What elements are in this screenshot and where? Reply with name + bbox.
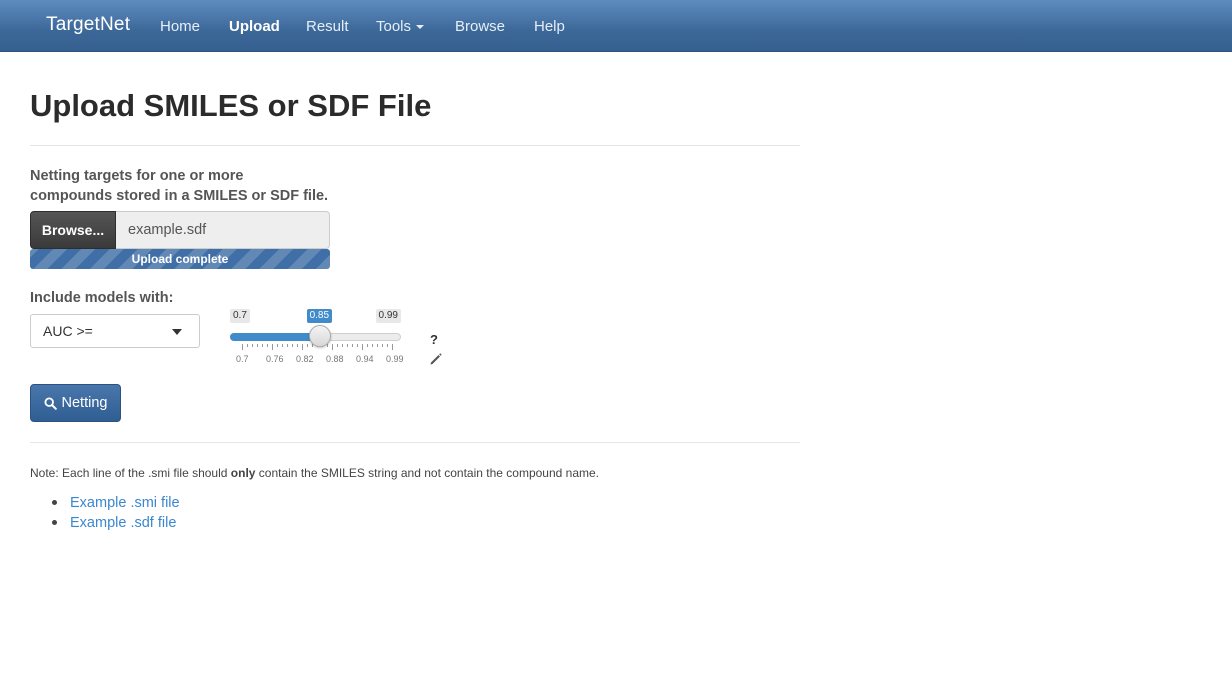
slider-tick [282, 344, 283, 347]
note-suffix: contain the SMILES string and not contai… [255, 466, 599, 480]
upload-description: Netting targets for one or more compound… [30, 166, 350, 206]
netting-button[interactable]: Netting [30, 384, 121, 422]
models-label: Include models with: [30, 290, 174, 306]
nav-browse[interactable]: Browse [455, 18, 505, 35]
file-name-field[interactable]: example.sdf [116, 211, 330, 249]
help-icon[interactable]: ? [430, 332, 438, 347]
slider-max-label: 0.99 [375, 309, 401, 323]
slider-tick [387, 344, 388, 347]
bullet-icon [52, 520, 57, 525]
slider-tick [297, 344, 298, 347]
dropdown-arrow-icon [172, 329, 182, 335]
metric-select[interactable]: AUC >= [30, 314, 200, 348]
slider-tick [242, 344, 243, 350]
slider-value-label: 0.85 [306, 309, 333, 323]
netting-button-label: Netting [61, 395, 108, 411]
nav-tools[interactable]: Tools [376, 18, 425, 35]
slider-tick [332, 344, 333, 350]
slider-tick [382, 344, 383, 347]
slider-min-label: 0.7 [230, 309, 250, 323]
slider-tick [337, 344, 338, 347]
description-line-1: Netting targets for one or more [30, 168, 244, 184]
slider-tick [342, 344, 343, 347]
slider-tick [252, 344, 253, 347]
slider-tick [307, 344, 308, 347]
slider-handle[interactable] [308, 325, 331, 347]
list-item: Example .smi file [30, 493, 180, 513]
slider-tick-label: 0.99 [386, 354, 404, 364]
example-smi-link[interactable]: Example .smi file [70, 495, 180, 511]
slider-tick [377, 344, 378, 347]
top-navbar: TargetNet Home Upload Result Tools Brows… [0, 0, 1232, 52]
slider-tick [362, 344, 363, 350]
slider-tick [247, 344, 248, 347]
slider-tick [272, 344, 273, 350]
smi-note: Note: Each line of the .smi file should … [30, 466, 599, 480]
page-title: Upload SMILES or SDF File [30, 88, 432, 123]
slider-tick [287, 344, 288, 347]
slider-tick [372, 344, 373, 347]
slider-tick-label: 0.7 [236, 354, 249, 364]
list-item: Example .sdf file [30, 513, 180, 533]
bullet-icon [52, 500, 57, 505]
nav-help[interactable]: Help [534, 18, 565, 35]
nav-home[interactable]: Home [160, 18, 200, 35]
browse-button[interactable]: Browse... [30, 211, 116, 249]
slider-tick-label: 0.76 [266, 354, 284, 364]
nav-upload[interactable]: Upload [229, 18, 280, 35]
slider-tick [277, 344, 278, 347]
slider-tick [367, 344, 368, 347]
nav-result[interactable]: Result [306, 18, 349, 35]
file-input-group: Browse... example.sdf [30, 211, 330, 249]
example-sdf-link[interactable]: Example .sdf file [70, 515, 176, 531]
slider-tick [352, 344, 353, 347]
divider-bottom [30, 442, 800, 443]
divider-top [30, 145, 800, 146]
threshold-slider[interactable]: 0.7 0.85 0.99 0.7 0.76 0.82 0.88 0.94 0.99 [230, 308, 405, 368]
slider-track-fill [230, 333, 320, 341]
slider-tick-label: 0.88 [326, 354, 344, 364]
description-line-2: compounds stored in a SMILES or SDF file… [30, 188, 329, 204]
slider-tick [257, 344, 258, 347]
nav-tools-label: Tools [376, 18, 412, 35]
search-icon [44, 396, 57, 410]
slider-tick-label: 0.82 [296, 354, 314, 364]
upload-progress-text: Upload complete [131, 252, 229, 266]
note-emphasis: only [230, 466, 256, 480]
note-prefix: Note: Each line of the .smi file should [30, 466, 231, 480]
brand-logo[interactable]: TargetNet [46, 14, 130, 36]
slider-tick [327, 344, 328, 347]
metric-select-value: AUC >= [43, 323, 93, 339]
slider-tick [347, 344, 348, 347]
slider-tick-label: 0.94 [356, 354, 374, 364]
example-links: Example .smi file Example .sdf file [30, 493, 180, 533]
upload-progress-bar: Upload complete [30, 249, 330, 269]
pencil-icon[interactable] [429, 352, 443, 366]
slider-tick [262, 344, 263, 347]
slider-tick [392, 344, 393, 350]
caret-down-icon [416, 25, 425, 30]
slider-tick [302, 344, 303, 350]
slider-tick [292, 344, 293, 347]
slider-tick [267, 344, 268, 347]
slider-tick [357, 344, 358, 347]
